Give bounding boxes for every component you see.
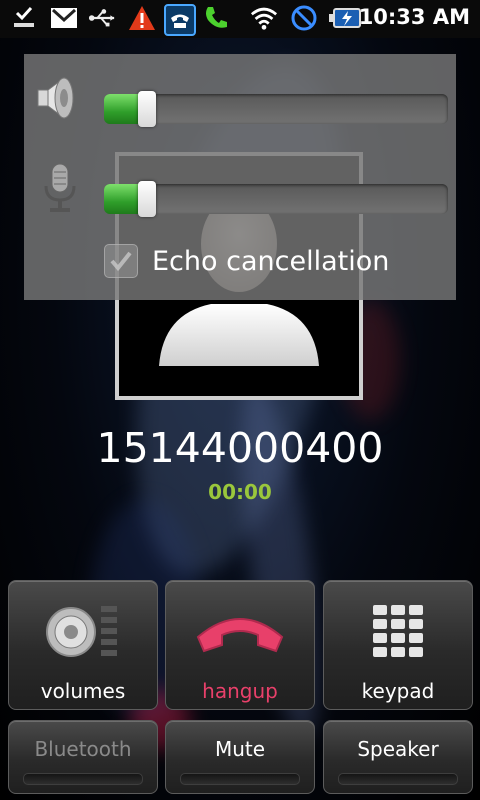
checkmark-icon — [110, 251, 132, 272]
status-bar: 10:33 AM — [0, 0, 480, 38]
echo-cancellation-row[interactable]: Echo cancellation — [104, 244, 389, 278]
hangup-icon — [166, 599, 314, 665]
wifi-icon[interactable] — [250, 4, 278, 32]
mic-volume-row — [24, 158, 456, 218]
echo-cancellation-checkbox[interactable] — [104, 244, 138, 278]
speaker-volume-thumb[interactable] — [138, 91, 156, 127]
bluetooth-indicator — [23, 773, 143, 785]
mute-label: Mute — [214, 737, 266, 761]
speaker-label: Speaker — [357, 737, 439, 761]
bluetooth-label: Bluetooth — [34, 737, 132, 761]
speaker-button[interactable]: Speaker — [323, 720, 473, 794]
volumes-icon — [9, 599, 157, 665]
phone-icon[interactable] — [202, 4, 230, 32]
call-timer: 00:00 — [208, 480, 272, 504]
volumes-button[interactable]: volumes — [8, 580, 158, 710]
speaker-volume-slider[interactable] — [104, 91, 448, 127]
mute-indicator — [180, 773, 300, 785]
microphone-icon — [34, 162, 86, 214]
no-signal-icon[interactable] — [290, 4, 318, 32]
notification-check-icon[interactable] — [10, 4, 38, 32]
call-active-icon[interactable] — [164, 4, 196, 36]
keypad-label: keypad — [361, 679, 435, 703]
mic-volume-slider[interactable] — [104, 181, 448, 217]
battery-charging-icon[interactable] — [328, 4, 362, 32]
speaker-indicator — [338, 773, 458, 785]
phone-number: 15144000400 — [96, 424, 384, 472]
speaker-icon — [34, 72, 86, 124]
echo-cancellation-label: Echo cancellation — [152, 245, 390, 277]
mic-volume-thumb[interactable] — [138, 181, 156, 217]
mute-button[interactable]: Mute — [165, 720, 315, 794]
bluetooth-button[interactable]: Bluetooth — [8, 720, 158, 794]
usb-icon[interactable] — [88, 4, 116, 32]
hangup-label: hangup — [202, 679, 278, 703]
gmail-icon[interactable] — [50, 4, 78, 32]
volume-panel: Echo cancellation — [24, 54, 456, 300]
keypad-icon — [324, 599, 472, 665]
status-time: 10:33 AM — [358, 5, 470, 29]
speaker-volume-row — [24, 68, 456, 128]
hangup-button[interactable]: hangup — [165, 580, 315, 710]
warning-icon[interactable] — [128, 4, 156, 32]
volumes-label: volumes — [40, 679, 126, 703]
keypad-button[interactable]: keypad — [323, 580, 473, 710]
